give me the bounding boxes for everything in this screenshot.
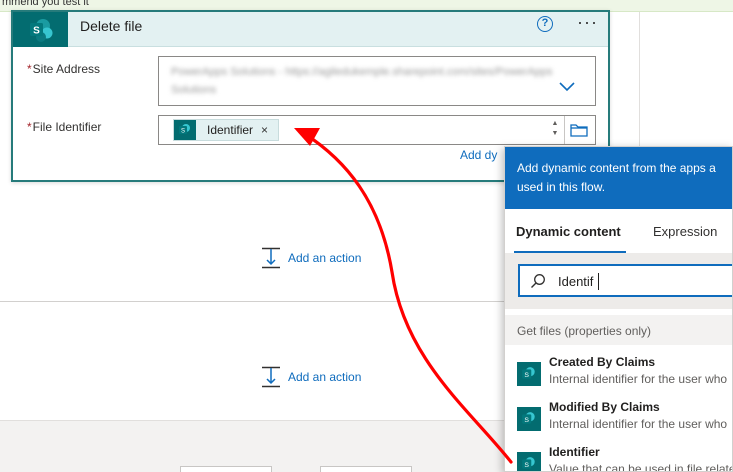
- list-item[interactable]: S Created By Claims Internal identifier …: [505, 350, 732, 395]
- sharepoint-icon: S: [517, 362, 541, 386]
- add-action-icon: [262, 247, 280, 269]
- search-input[interactable]: Identif: [518, 264, 732, 297]
- list-item[interactable]: S Modified By Claims Internal identifier…: [505, 395, 732, 440]
- item-description: Value that can be used in file relate: [549, 462, 733, 472]
- add-dynamic-content-link[interactable]: Add dy: [460, 148, 497, 162]
- panel-header: Add dynamic content from the apps a used…: [505, 147, 732, 209]
- divider: [564, 116, 565, 144]
- svg-text:S: S: [33, 25, 40, 36]
- svg-text:S: S: [181, 129, 185, 135]
- site-address-value: PowerApps Solutions - https://agiledukem…: [171, 66, 553, 78]
- site-address-value-cont: Solutions: [171, 84, 217, 96]
- remove-icon[interactable]: ×: [261, 123, 268, 137]
- panel-header-text: Add dynamic content from the apps a: [517, 161, 716, 175]
- help-icon[interactable]: ?: [537, 16, 553, 32]
- required-mark: *: [27, 62, 32, 76]
- token-label: Identifier: [207, 123, 254, 137]
- site-address-label: *Site Address: [27, 62, 101, 76]
- file-identifier-label: *File Identifier: [27, 120, 102, 134]
- list-item[interactable]: S Identifier Value that can be used in f…: [505, 440, 733, 472]
- item-name: Modified By Claims: [549, 400, 660, 414]
- spinner-icon[interactable]: ▲ ▼: [548, 119, 562, 141]
- item-description: Internal identifier for the user who: [549, 417, 728, 431]
- dynamic-content-panel: Add dynamic content from the apps a used…: [504, 146, 733, 472]
- folder-icon[interactable]: [570, 123, 588, 137]
- required-mark: *: [27, 120, 32, 134]
- group-header[interactable]: Get files (properties only): [505, 315, 732, 345]
- panel-header-text-cont: used in this flow.: [517, 180, 606, 194]
- add-action-button[interactable]: Add an action: [261, 366, 361, 388]
- site-address-dropdown[interactable]: PowerApps Solutions - https://agiledukem…: [158, 56, 596, 106]
- sharepoint-icon: S: [174, 120, 196, 140]
- tab-expression[interactable]: Expression: [653, 224, 717, 239]
- sharepoint-icon: S: [517, 452, 541, 471]
- svg-text:S: S: [524, 372, 529, 379]
- add-action-icon: [262, 366, 280, 388]
- notification-text: mmend you test it: [2, 0, 89, 8]
- item-name: Created By Claims: [549, 355, 656, 369]
- item-description: Internal identifier for the user who: [549, 372, 728, 386]
- add-action-label: Add an action: [288, 370, 362, 384]
- chevron-down-icon[interactable]: [559, 82, 575, 92]
- add-action-label: Add an action: [288, 251, 362, 265]
- text-caret: [598, 273, 599, 290]
- card-header[interactable]: S Delete file ? ···: [13, 12, 608, 47]
- search-value: Identif: [558, 274, 594, 289]
- group-title: Get files (properties only): [517, 324, 652, 338]
- footer-button-stub[interactable]: [320, 466, 412, 472]
- item-name: Identifier: [549, 445, 600, 459]
- add-action-button[interactable]: Add an action: [261, 247, 361, 269]
- svg-text:S: S: [524, 417, 529, 424]
- search-area: Identif: [505, 253, 732, 309]
- sharepoint-icon: S: [517, 407, 541, 431]
- panel-tabs: Dynamic content Expression: [505, 209, 732, 253]
- search-icon: [531, 274, 545, 288]
- tab-dynamic-content[interactable]: Dynamic content: [516, 224, 621, 239]
- identifier-token[interactable]: S Identifier ×: [173, 119, 279, 141]
- file-identifier-input[interactable]: S Identifier × ▲ ▼: [158, 115, 596, 145]
- more-icon[interactable]: ···: [577, 12, 598, 33]
- svg-text:S: S: [524, 462, 529, 469]
- footer-button-stub[interactable]: [180, 466, 272, 472]
- card-title: Delete file: [80, 18, 143, 34]
- sharepoint-icon: S: [13, 12, 68, 47]
